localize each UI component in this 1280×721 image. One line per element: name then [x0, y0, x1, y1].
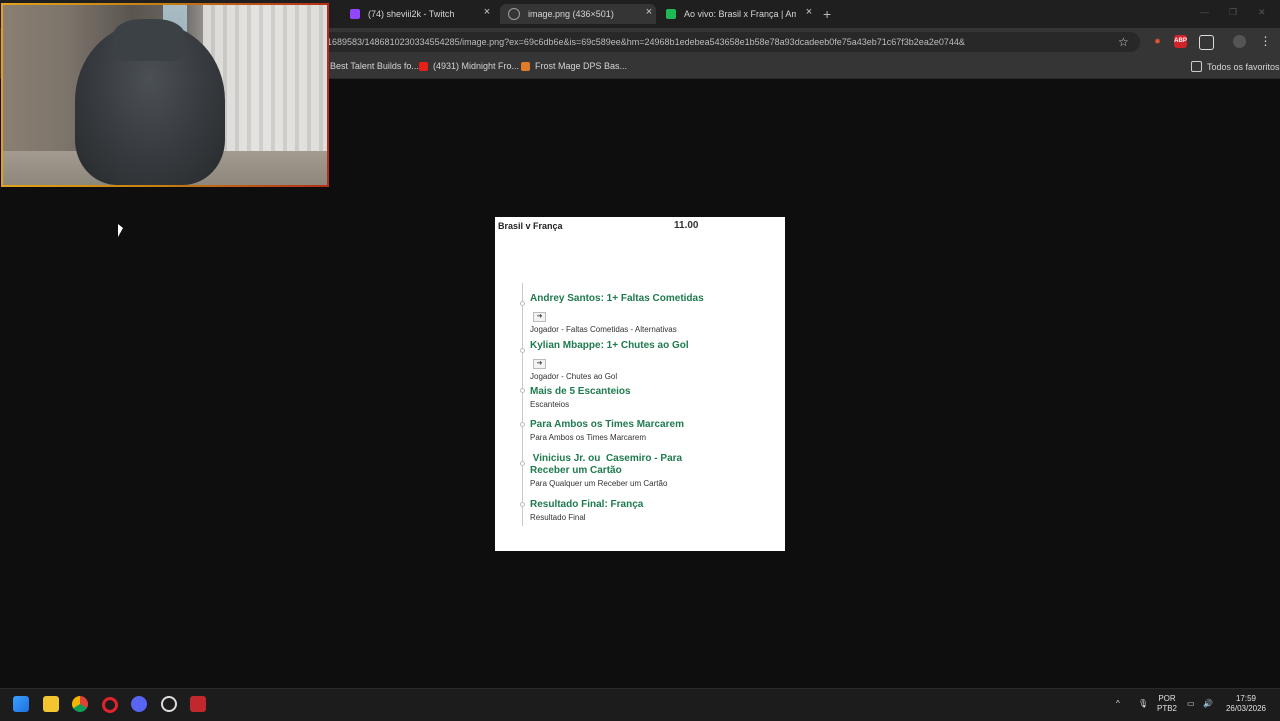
selection-item: Para Ambos os Times Marcarem Para Ambos …	[530, 419, 684, 442]
opera-icon[interactable]	[102, 697, 118, 713]
profile-icon[interactable]	[1233, 35, 1246, 48]
close-window-icon[interactable]: ✕	[1258, 7, 1266, 18]
file-explorer-icon[interactable]	[43, 696, 59, 712]
bookmark-item[interactable]: Best Talent Builds fo...	[330, 61, 419, 71]
discord-icon[interactable]	[131, 696, 147, 712]
extensions-icon[interactable]	[1199, 35, 1214, 50]
timeline-node	[520, 348, 525, 353]
minimize-icon[interactable]: —	[1200, 7, 1209, 17]
tab-twitch[interactable]: (74) sheviii2k - Twitch ×	[330, 4, 494, 24]
timeline-node	[520, 388, 525, 393]
abp-icon[interactable]: ABP	[1174, 35, 1187, 48]
menu-icon[interactable]: ⋮	[1259, 35, 1272, 48]
timeline-node	[520, 301, 525, 306]
tab-live-match[interactable]: Ao vivo: Brasil x França | Amisto ×	[666, 4, 816, 24]
microphone-icon[interactable]: 🎙	[1138, 699, 1148, 709]
arrow-icon: ➜	[533, 312, 546, 322]
volume-icon[interactable]: 🔊	[1203, 699, 1213, 709]
selection-item: Vinicius Jr. ou Casemiro - Para Receber …	[530, 453, 685, 488]
webcam-overlay	[1, 3, 329, 187]
mouse-cursor-icon	[118, 224, 123, 237]
new-tab-button[interactable]: +	[823, 6, 831, 22]
voicemeeter-icon[interactable]	[190, 696, 206, 712]
bookmark-item[interactable]: (4931) Midnight Fro...	[419, 61, 519, 71]
timeline-node	[520, 502, 525, 507]
close-tab-icon[interactable]: ×	[480, 6, 494, 18]
bookmark-star-icon[interactable]: ☆	[1118, 35, 1129, 49]
puzzle-icon[interactable]: ✸	[1151, 35, 1164, 48]
selection-item: Resultado Final: França Resultado Final	[530, 499, 644, 522]
arrow-icon: ➜	[533, 359, 546, 369]
language-indicator[interactable]: POR PTB2	[1157, 694, 1177, 714]
tab-image[interactable]: image.png (436×501) ×	[500, 4, 656, 24]
url-text[interactable]: 1689583/1486810230334554285/image.png?ex…	[327, 37, 965, 47]
selection-item: Kylian Mbappe: 1+ Chutes ao Gol ➜ Jogado…	[530, 340, 689, 381]
live-icon	[666, 9, 676, 19]
total-odds: 11.00	[674, 220, 699, 231]
obs-icon[interactable]	[161, 696, 177, 712]
clock[interactable]: 17:59 26/03/2026	[1224, 694, 1268, 714]
timeline-line	[522, 283, 523, 526]
youtube-icon	[419, 61, 428, 71]
timeline-node	[520, 422, 525, 427]
folder-icon	[1191, 61, 1202, 72]
globe-icon	[508, 8, 520, 20]
maximize-icon[interactable]: ❐	[1229, 7, 1237, 18]
twitch-icon	[350, 9, 360, 19]
windows-start-icon[interactable]	[13, 696, 29, 712]
webcam-chair-headrest	[113, 19, 185, 61]
bookmark-item[interactable]: Frost Mage DPS Bas...	[521, 61, 627, 71]
timeline-node	[520, 461, 525, 466]
network-icon[interactable]: ▭	[1187, 699, 1195, 709]
chrome-icon[interactable]	[72, 696, 88, 712]
selection-item: Mais de 5 Escanteios Escanteios	[530, 386, 631, 409]
show-hidden-icons[interactable]: ^	[1116, 699, 1120, 709]
bet-slip-image: Brasil v França 11.00 Andrey Santos: 1+ …	[495, 217, 785, 551]
all-bookmarks[interactable]: Todos os favoritos	[1191, 61, 1280, 72]
fire-icon	[521, 61, 530, 71]
selection-item: Andrey Santos: 1+ Faltas Cometidas ➜ Jog…	[530, 293, 704, 334]
close-tab-icon[interactable]: ×	[802, 6, 816, 18]
close-tab-icon[interactable]: ×	[642, 6, 656, 18]
match-title: Brasil v França	[498, 221, 563, 231]
